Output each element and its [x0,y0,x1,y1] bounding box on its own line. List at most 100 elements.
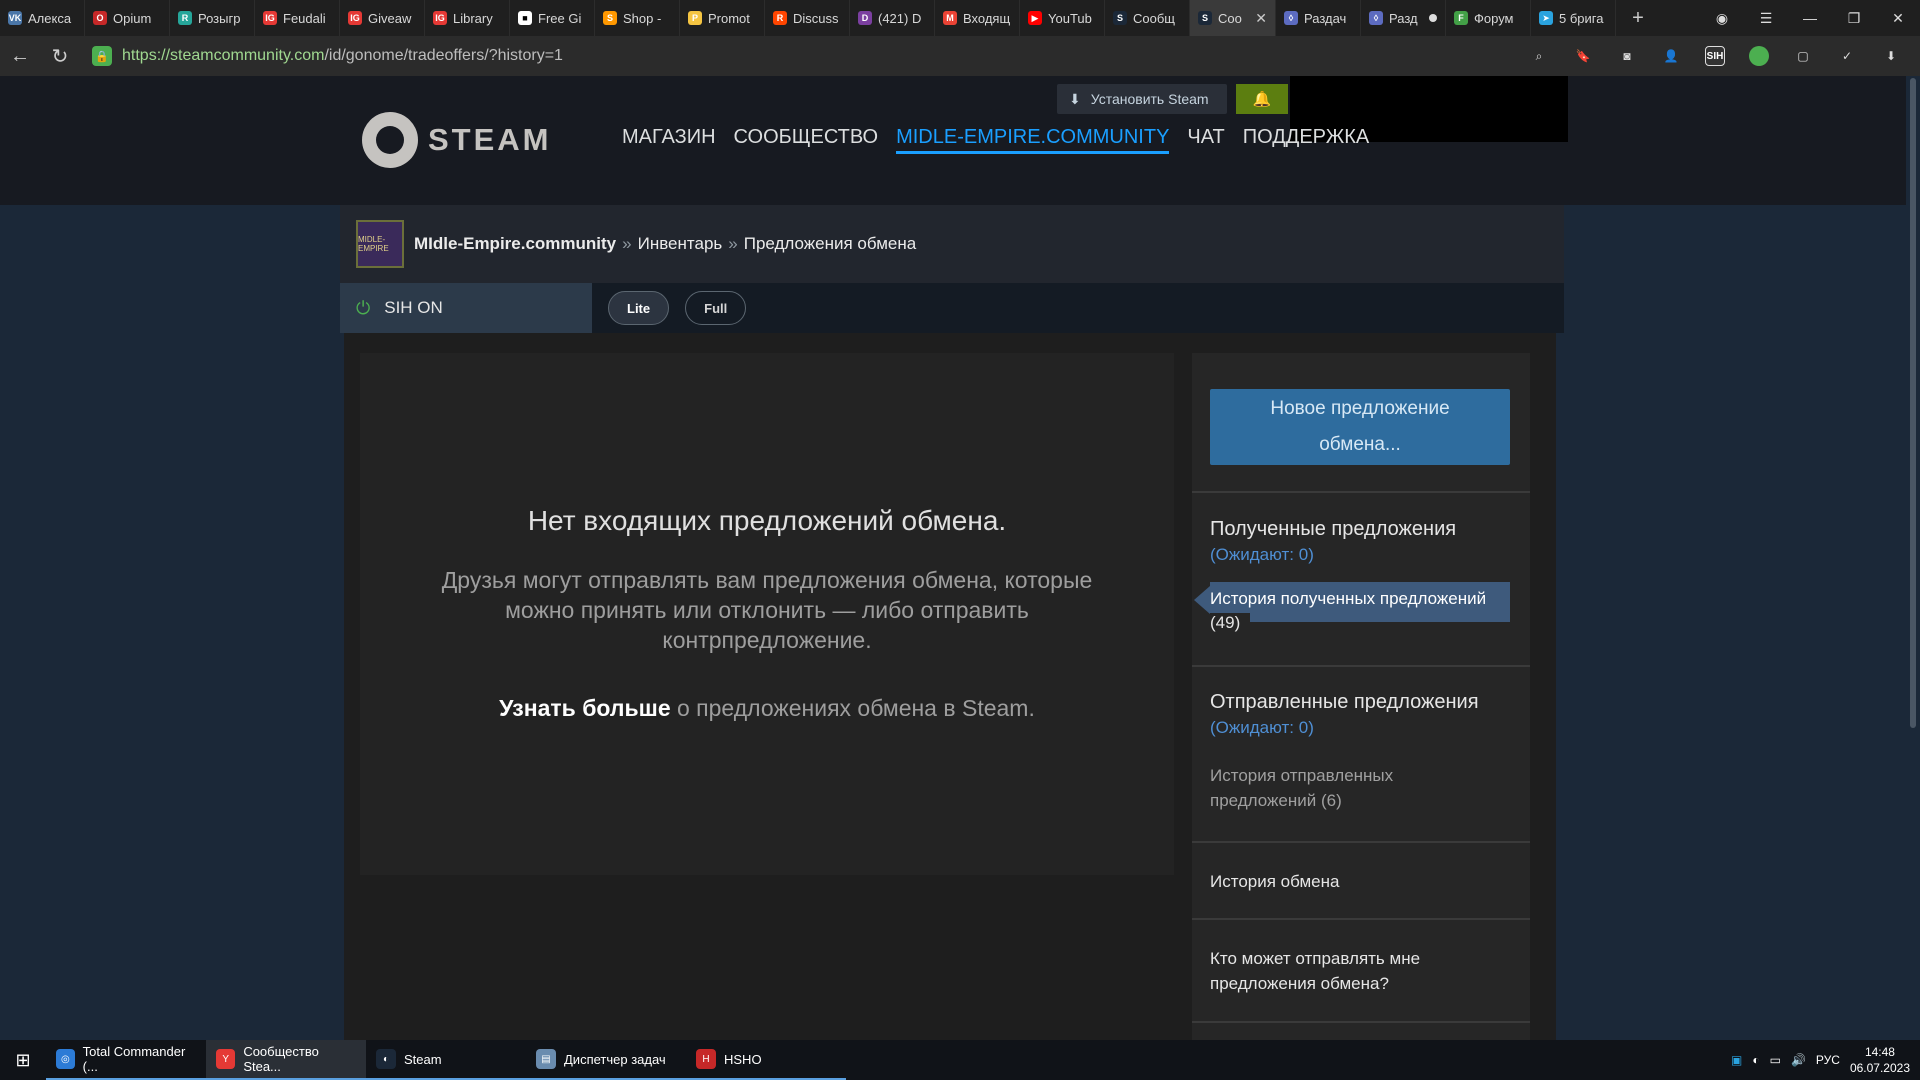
steam-logo[interactable]: STEAM [362,112,552,168]
divider [1192,665,1530,667]
install-steam-button[interactable]: ⬇ Установить Steam [1057,84,1227,114]
breadcrumb-sep: » [728,234,738,253]
browser-tab[interactable]: M Входящ [935,0,1020,36]
clock[interactable]: 14:48 06.07.2023 [1850,1044,1910,1076]
empty-description: Друзья могут отправлять вам предложения … [441,567,1093,653]
breadcrumb-inventory[interactable]: Инвентарь [638,234,723,254]
address-bar[interactable]: https://steamcommunity.com/id/gonome/tra… [122,47,1522,65]
trade-history-link[interactable]: История обмена [1210,869,1510,894]
shop-icon: S [603,11,617,25]
browser-tab[interactable]: ◊ Разд [1361,0,1446,36]
browser-tab[interactable]: P Promot [680,0,765,36]
browser-tab[interactable]: D (421) D [850,0,935,36]
taskbar-item[interactable]: ◐ Steam [366,1040,526,1080]
sih-icon[interactable]: SIH [1700,41,1730,71]
new-tab-icon[interactable]: + [1624,4,1652,32]
who-can-send-link[interactable]: Кто может отправлять мне предложения обм… [1210,946,1510,996]
browser-tab-label: Feudali [283,10,326,26]
nav-item[interactable]: СООБЩЕСТВО [734,126,879,154]
browser-tab[interactable]: S Сообщ [1105,0,1190,36]
back-icon[interactable]: ← [0,36,40,76]
tray-app-icon[interactable]: ▣ [1731,1053,1742,1067]
new-trade-offer-button[interactable]: Новое предложение обмена... [1210,389,1510,465]
forum-icon: F [1454,11,1468,25]
ext-check-icon[interactable]: ✓ [1832,41,1862,71]
shield-icon: ◊ [1284,11,1298,25]
zoom-icon[interactable]: ⌕ [1524,41,1554,71]
browser-tab-label: Opium [113,10,152,26]
nav-item[interactable]: ЧАТ [1187,126,1224,154]
avatar[interactable]: MIDLE-EMPIRE [356,220,404,268]
nav-item[interactable]: MIDLE-EMPIRE.COMMUNITY [896,126,1170,154]
opium-icon: O [93,11,107,25]
network-icon[interactable]: ▭ [1770,1053,1781,1067]
bookmark-icon[interactable]: 🔖 [1568,41,1598,71]
taskbar-item[interactable]: ▤ Диспетчер задач [526,1040,686,1080]
nav-item[interactable]: ПОДДЕРЖКА [1243,126,1370,154]
close-tab-icon[interactable]: ✕ [1255,10,1267,27]
new-trade-offer-label: Новое предложение обмена... [1270,398,1450,455]
browser-tab-label: Discuss [793,10,839,26]
nav-item[interactable]: МАГАЗИН [622,126,716,154]
page-scrollbar[interactable] [1906,76,1920,1040]
profile-breadcrumb-bar: MIDLE-EMPIRE MIdle-Empire.community » Ин… [340,205,1564,283]
promo-icon: P [688,11,702,25]
browser-tab-label: 5 брига [1559,10,1604,26]
received-offers-link[interactable]: Полученные предложения [1210,518,1456,541]
browser-tab[interactable]: ■ Free Gi [510,0,595,36]
download-icon: ⬇ [1069,90,1081,107]
vr-icon[interactable]: ◙ [1612,41,1642,71]
breadcrumb-profile[interactable]: MIdle-Empire.community [414,234,616,254]
language-indicator[interactable]: РУС [1816,1053,1840,1067]
volume-icon[interactable]: 🔊 [1791,1053,1806,1067]
browser-tab[interactable]: ▶ YouTub [1020,0,1105,36]
browser-tab-label: Форум [1474,10,1514,26]
browser-tab[interactable]: ◊ Раздач [1276,0,1361,36]
green-ext-icon[interactable] [1744,41,1774,71]
scrollbar-thumb[interactable] [1910,78,1916,728]
menu-icon[interactable]: ☰ [1744,0,1788,36]
sent-offers-link[interactable]: Отправленные предложения [1210,691,1479,714]
trade-offers-content: Нет входящих предложений обмена. Друзья … [344,333,1556,1040]
taskbar-item[interactable]: Y Сообщество Stea... [206,1040,366,1080]
browser-tab[interactable]: S Coo ✕ [1190,0,1276,36]
restore-icon[interactable]: ❐ [1832,0,1876,36]
windows-start-icon[interactable]: ⊞ [0,1040,46,1080]
download-icon[interactable]: ⬇ [1876,41,1906,71]
received-history-link[interactable]: История полученных предложений (49) [1194,582,1510,633]
browser-tab[interactable]: IG Library [425,0,510,36]
sih-lite-button[interactable]: Lite [608,291,670,325]
taskbar-item-label: Сообщество Stea... [243,1044,319,1074]
close-window-icon[interactable]: ✕ [1876,0,1920,36]
sih-full-button[interactable]: Full [685,291,747,325]
tray-steam-icon[interactable]: ◐ [1752,1053,1759,1067]
browser-tab[interactable]: ➤ 5 брига [1531,0,1616,36]
profile-icon[interactable]: ◉ [1700,0,1744,36]
ext-icon[interactable]: ▢ [1788,41,1818,71]
browser-tab-label: Раздач [1304,10,1347,26]
browser-tab[interactable]: VK Алекса [0,0,85,36]
browser-tab[interactable]: R Розыгр [170,0,255,36]
browser-tab[interactable]: IG Giveaw [340,0,425,36]
browser-tab[interactable]: IG Feudali [255,0,340,36]
taskbar-item[interactable]: ◎ Total Commander (... [46,1040,206,1080]
browser-tab[interactable]: R Discuss [765,0,850,36]
sih-toggle[interactable]: ⏻ SIH ON [340,283,592,333]
divider [1192,1021,1530,1023]
notifications-bell-icon[interactable]: 🔔 [1236,84,1288,114]
browser-tab[interactable]: O Opium [85,0,170,36]
taskbar-items: ◎ Total Commander (... Y Сообщество Stea...… [46,1040,846,1080]
taskbar-item-label: HSHO [724,1051,762,1067]
user-shield-icon[interactable]: 👤 [1656,41,1686,71]
taskbar-item[interactable]: H HSHO [686,1040,846,1080]
reload-icon[interactable]: ↻ [40,36,80,76]
ig-icon: IG [433,11,447,25]
browser-tab-label: Coo [1218,10,1242,26]
learn-more-link[interactable]: Узнать больше [499,695,670,721]
sent-history-link[interactable]: История отправленных предложений (6) [1210,763,1490,813]
lock-icon[interactable]: 🔒 [92,46,112,66]
sih-bar: ⏻ SIH ON Lite Full [340,283,1564,333]
browser-tab[interactable]: F Форум [1446,0,1531,36]
browser-tab[interactable]: S Shop - [595,0,680,36]
minimize-icon[interactable]: — [1788,0,1832,36]
